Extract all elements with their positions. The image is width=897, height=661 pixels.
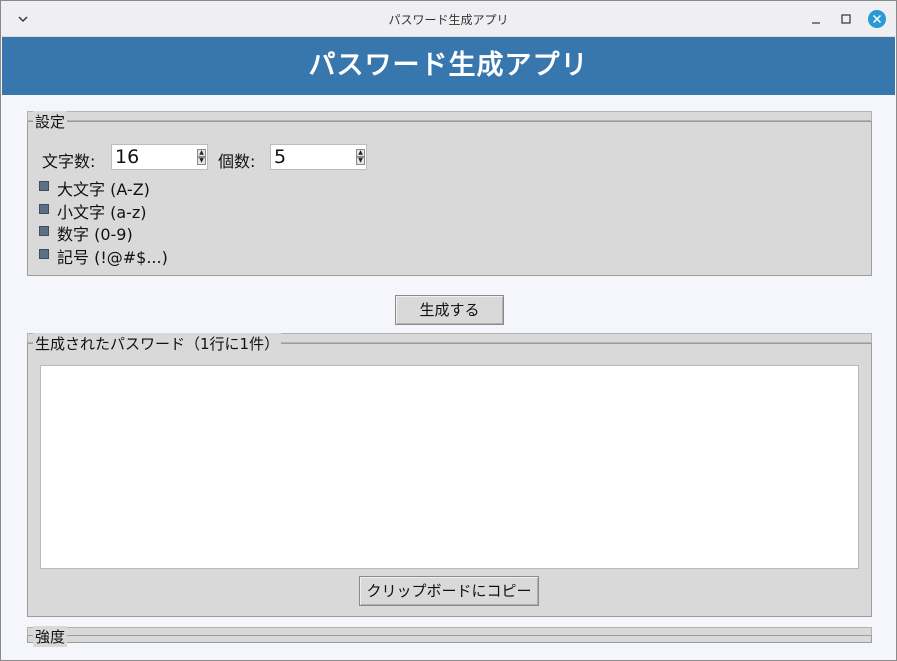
checkbox-box[interactable] (39, 249, 49, 259)
checkbox-label: 大文字 (A-Z) (57, 180, 150, 199)
spin-down-icon[interactable]: ▼ (197, 157, 206, 165)
checkbox-box[interactable] (39, 181, 49, 191)
close-icon[interactable] (867, 9, 887, 29)
password-output-textarea[interactable] (40, 365, 859, 569)
checkbox-label: 数字 (0-9) (57, 225, 133, 244)
generate-button[interactable]: 生成する (395, 295, 504, 325)
length-spin-arrows[interactable]: ▲ ▼ (197, 149, 206, 165)
count-label: 個数: (218, 152, 256, 171)
checkbox-label: 記号 (!@#$...) (57, 248, 168, 267)
checkbox-box[interactable] (39, 204, 49, 214)
strength-group (27, 635, 872, 643)
count-spin-arrows[interactable]: ▲ ▼ (356, 149, 365, 165)
settings-legend: 設定 (33, 111, 68, 132)
spin-up-icon[interactable]: ▲ (356, 149, 365, 157)
output-legend: 生成されたパスワード（1行に1件） (33, 333, 282, 354)
length-value: 16 (115, 146, 140, 168)
copy-to-clipboard-button[interactable]: クリップボードにコピー (359, 576, 539, 606)
count-spinbox[interactable]: 5 ▲ ▼ (270, 144, 367, 170)
header-banner: パスワード生成アプリ (2, 37, 895, 95)
spin-down-icon[interactable]: ▼ (356, 157, 365, 165)
checkbox-label: 小文字 (a-z) (57, 203, 147, 222)
maximize-icon[interactable] (837, 9, 855, 29)
count-value: 5 (274, 146, 287, 168)
checkbox-box[interactable] (39, 226, 49, 236)
settings-legend-bar (27, 111, 872, 121)
length-spinbox[interactable]: 16 ▲ ▼ (111, 144, 208, 170)
window-title: パスワード生成アプリ (388, 13, 509, 27)
page-title: パスワード生成アプリ (308, 50, 589, 81)
title-bar: パスワード生成アプリ (1, 1, 896, 37)
strength-legend: 強度 (33, 626, 68, 647)
length-label: 文字数: (42, 152, 96, 171)
app-window: パスワード生成アプリ パスワード生成アプリ 設定 文字数: 16 ▲ ▼ 個数:… (0, 0, 897, 661)
spin-up-icon[interactable]: ▲ (197, 149, 206, 157)
minimize-icon[interactable] (807, 9, 825, 29)
